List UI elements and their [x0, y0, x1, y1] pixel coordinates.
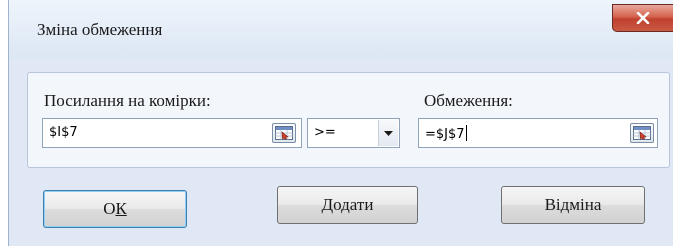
operator-value: >=	[314, 125, 336, 140]
range-select-icon	[275, 126, 293, 140]
ok-label: ОК	[103, 199, 127, 218]
constraint-value: =$J$7	[425, 125, 467, 142]
cell-reference-label: Посилання на комірки:	[44, 91, 211, 110]
constraint-collapse-button[interactable]	[630, 123, 654, 143]
title-bar: Зміна обмеження	[9, 0, 673, 58]
operator-select[interactable]: >=	[307, 118, 400, 148]
cell-reference-collapse-button[interactable]	[272, 123, 296, 143]
operator-dropdown-button[interactable]	[378, 120, 398, 146]
constraint-panel: Посилання на комірки: $I$7 >= Обмеження:…	[27, 72, 670, 168]
close-icon	[636, 12, 650, 24]
chevron-down-icon	[384, 130, 393, 136]
close-button[interactable]	[612, 4, 673, 32]
add-button[interactable]: Додати	[277, 186, 418, 224]
range-select-icon	[633, 126, 651, 140]
constraint-label: Обмеження:	[424, 91, 513, 110]
cell-reference-input[interactable]: $I$7	[42, 118, 302, 148]
cell-reference-value: $I$7	[49, 125, 78, 140]
cancel-button[interactable]: Відміна	[501, 186, 645, 224]
ok-button[interactable]: ОК	[43, 190, 187, 228]
cancel-label: Відміна	[544, 195, 602, 214]
dialog-title: Зміна обмеження	[37, 20, 163, 39]
change-constraint-dialog: Зміна обмеження Посилання на комірки: $I…	[8, 0, 673, 246]
add-label: Додати	[321, 195, 374, 214]
constraint-input[interactable]: =$J$7	[418, 118, 658, 148]
text-caret	[465, 125, 467, 141]
